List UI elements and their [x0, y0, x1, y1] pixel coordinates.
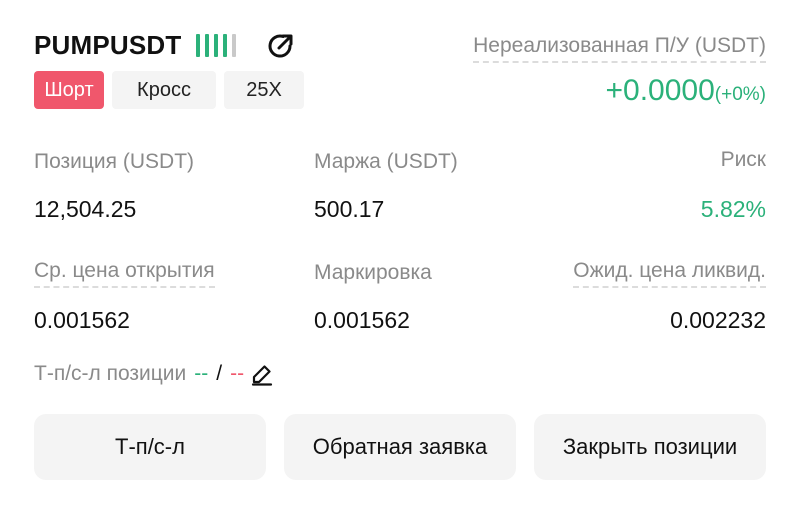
unrealized-pnl-value: +0.0000(+0%) [606, 74, 767, 108]
position-tpsl-row: Т-п/с-л позиции -- / -- [34, 362, 274, 386]
mark-price-value: 0.001562 [314, 307, 410, 333]
liquidation-price-value: 0.002232 [670, 307, 766, 333]
liquidation-price-label[interactable]: Ожид. цена ликвид. [573, 259, 766, 288]
reverse-order-button[interactable]: Обратная заявка [284, 414, 516, 480]
position-tags: Шорт Кросс 25X [34, 71, 304, 109]
signal-bar [232, 34, 236, 57]
close-position-button[interactable]: Закрыть позиции [534, 414, 766, 480]
unrealized-pnl-amount: +0.0000 [605, 74, 715, 107]
leverage-tag[interactable]: 25X [224, 71, 304, 109]
margin-mode-tag[interactable]: Кросс [112, 71, 216, 109]
avg-open-price-label[interactable]: Ср. цена открытия [34, 259, 215, 288]
stop-loss-value: -- [230, 362, 245, 385]
unrealized-pnl-percent: (+0%) [714, 84, 766, 105]
signal-bar [205, 34, 209, 57]
unrealized-pnl-label[interactable]: Нереализованная П/У (USDT) [473, 34, 766, 63]
side-tag: Шорт [34, 71, 104, 109]
symbol-title[interactable]: PUMPUSDT [34, 30, 182, 61]
tpsl-label: Т-п/с-л позиции [34, 362, 187, 385]
avg-open-price-value: 0.001562 [34, 307, 130, 333]
margin-value: 500.17 [314, 196, 385, 222]
share-arrow-icon[interactable] [264, 30, 296, 62]
signal-bar [223, 34, 227, 57]
signal-bar [196, 34, 200, 57]
pencil-icon[interactable] [250, 362, 274, 386]
position-label: Позиция (USDT) [34, 150, 195, 173]
signal-bar [214, 34, 218, 57]
risk-label: Риск [720, 148, 766, 171]
mark-price-label: Маркировка [314, 261, 432, 284]
tpsl-separator: / [216, 362, 223, 385]
margin-label: Маржа (USDT) [314, 150, 458, 173]
take-profit-value: -- [194, 362, 209, 385]
risk-value: 5.82% [700, 196, 766, 222]
tpsl-button[interactable]: Т-п/с-л [34, 414, 266, 480]
signal-bars-icon [196, 34, 236, 57]
position-value: 12,504.25 [34, 196, 137, 222]
